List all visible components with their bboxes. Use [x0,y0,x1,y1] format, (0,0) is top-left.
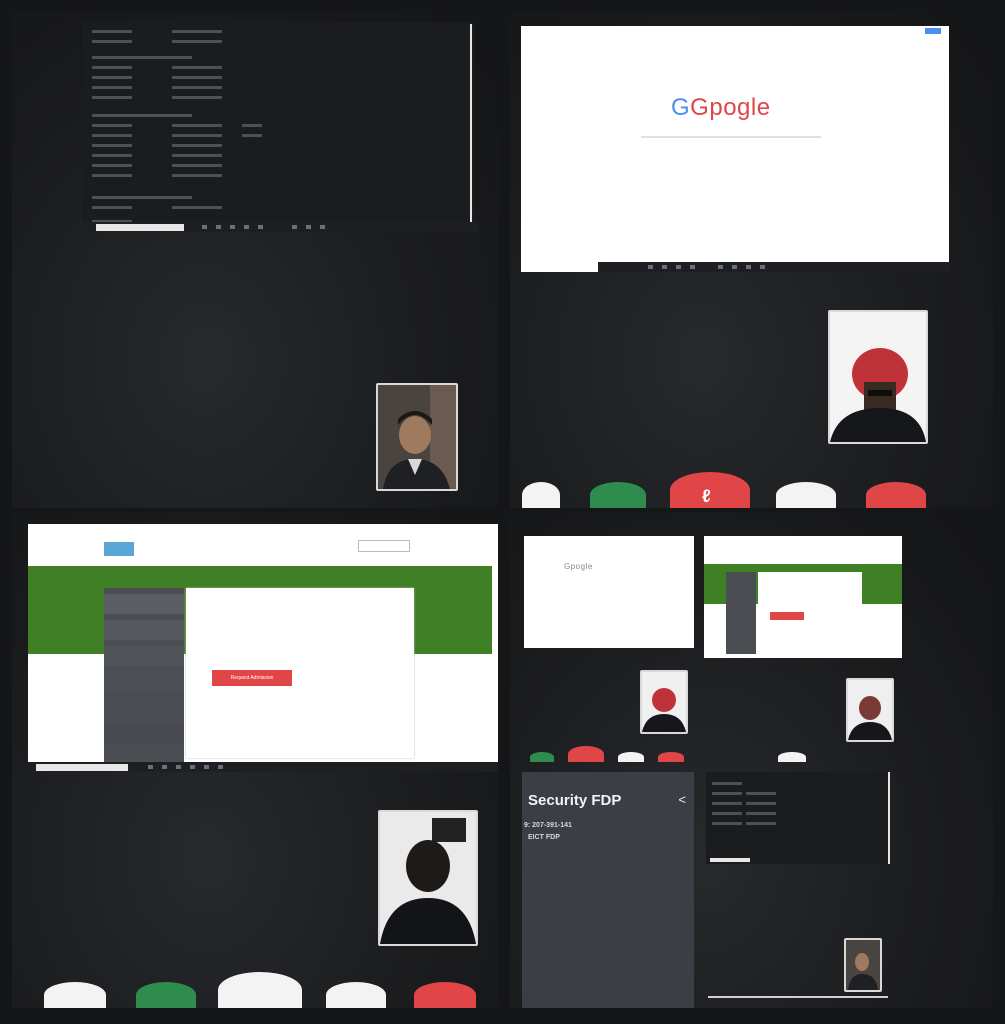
participant-tile-bottom-left[interactable]: Request Admission [12,512,498,1008]
participant-video-back[interactable] [378,810,478,946]
portal-search-input[interactable] [358,540,410,552]
mini-google-logo: Gpogle [564,562,593,571]
mini-mute-button-2[interactable] [778,752,806,762]
share-icon[interactable]: < [678,792,686,807]
windows-taskbar [82,222,478,232]
windows-taskbar-3 [28,762,498,772]
mini-self-view[interactable] [844,938,882,992]
search-input[interactable] [641,136,821,138]
person-avatar-icon [378,385,456,489]
mini-progress-line [708,996,888,998]
camera-button[interactable] [590,482,646,508]
admission-dialog: Request Admission [186,588,414,758]
mini-terminal-scrollbar[interactable] [888,772,890,864]
taskbar-search-box[interactable] [36,764,128,771]
sign-in-button[interactable] [925,28,941,34]
shared-screen-portal: Request Admission [28,524,498,764]
mini-mute-button[interactable] [618,752,644,762]
participant-tile-bottom-right[interactable]: Gpogle Security FDP < 9: 207-391-141 EIC… [510,512,993,1008]
chat-button[interactable] [522,482,560,508]
camera-button[interactable] [136,982,196,1008]
mini-participant-video-1[interactable] [640,670,688,734]
taskbar-search-box[interactable] [96,224,184,231]
mute-button[interactable] [326,982,386,1008]
mini-more-button[interactable] [658,752,684,762]
mini-request-button[interactable] [770,612,804,620]
participant-tile-top-right[interactable]: GGpogle ℓ [510,12,993,508]
hangup-button[interactable] [218,972,302,1008]
terminal-scrollbar[interactable] [470,24,472,226]
contacts-sidebar [104,588,184,764]
mobile-org: EICT FDP [528,834,560,841]
windows-taskbar-2 [598,262,951,272]
person-avatar-icon [848,680,892,740]
person-avatar-icon [380,812,476,944]
google-logo: GGpogle [671,94,771,121]
mini-hangup-button[interactable] [568,746,604,762]
participant-tile-top-left[interactable] [12,12,498,508]
mini-shared-portal [704,536,902,658]
hangup-button[interactable]: ℓ [670,472,750,508]
chat-button[interactable] [44,982,106,1008]
hangup-icon: ℓ [702,486,711,506]
mobile-meeting-title: Security FDP [528,792,622,809]
shared-screen-terminal [82,22,474,228]
participant-video-turban[interactable] [828,310,928,444]
video-call-collage: GGpogle ℓ Request Admission Gpogle Secur… [0,0,1005,1024]
shared-screen-browser: GGpogle [521,26,949,272]
request-admission-button[interactable]: Request Admission [212,670,292,686]
person-avatar-icon [642,672,686,732]
mini-chat-button[interactable] [530,752,554,762]
more-button[interactable] [866,482,926,508]
mute-button[interactable] [776,482,836,508]
mini-shared-browser: Gpogle [524,536,694,648]
person-avatar-icon [830,312,926,442]
mobile-meeting-id: 9: 207-391-141 [524,822,572,829]
portal-logo [104,542,134,556]
mini-terminal [706,772,888,864]
person-avatar-icon [846,940,880,990]
mobile-share-view: Security FDP < 9: 207-391-141 EICT FDP [522,772,694,1008]
mini-participant-video-2[interactable] [846,678,894,742]
self-view-video[interactable] [376,383,458,491]
more-button[interactable] [414,982,476,1008]
